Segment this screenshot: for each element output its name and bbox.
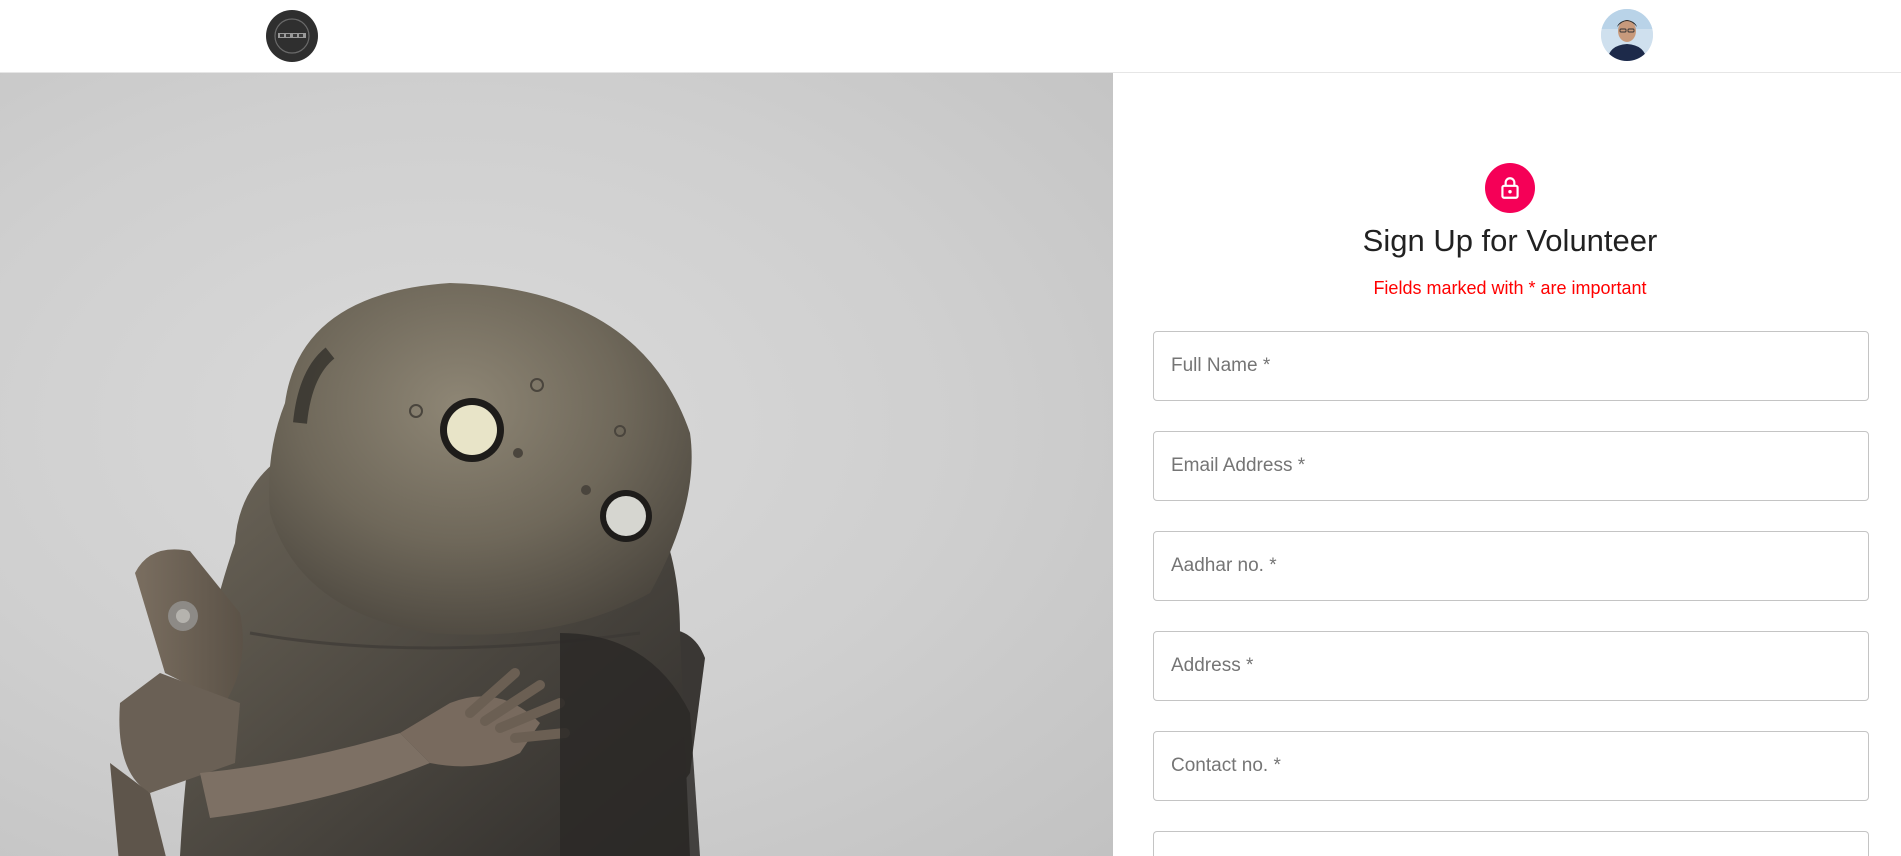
brand-logo-icon [274,18,310,54]
aadhar-number-field[interactable] [1153,531,1869,601]
robot-illustration-icon [110,283,705,856]
next-field-partial[interactable] [1153,831,1869,856]
brand-logo[interactable] [266,10,318,62]
hero-image [0,73,1113,856]
next-field-input[interactable] [1154,832,1868,856]
lock-avatar [1485,163,1535,213]
aadhar-number-input[interactable] [1154,532,1868,600]
full-name-field[interactable] [1153,331,1869,401]
lock-open-icon [1501,177,1519,199]
email-address-field[interactable] [1153,431,1869,501]
address-input[interactable] [1154,632,1868,700]
full-name-input[interactable] [1154,332,1868,400]
signup-form-panel: Sign Up for Volunteer Fields marked with… [1113,73,1901,856]
form-title: Sign Up for Volunteer [1362,223,1658,258]
email-address-input[interactable] [1154,432,1868,500]
address-field[interactable] [1153,631,1869,701]
contact-number-input[interactable] [1154,732,1868,800]
required-fields-note: Fields marked with * are important [1373,278,1647,298]
contact-number-field[interactable] [1153,731,1869,801]
top-navbar [0,0,1901,73]
user-avatar-icon [1601,9,1653,61]
user-avatar[interactable] [1601,9,1653,61]
